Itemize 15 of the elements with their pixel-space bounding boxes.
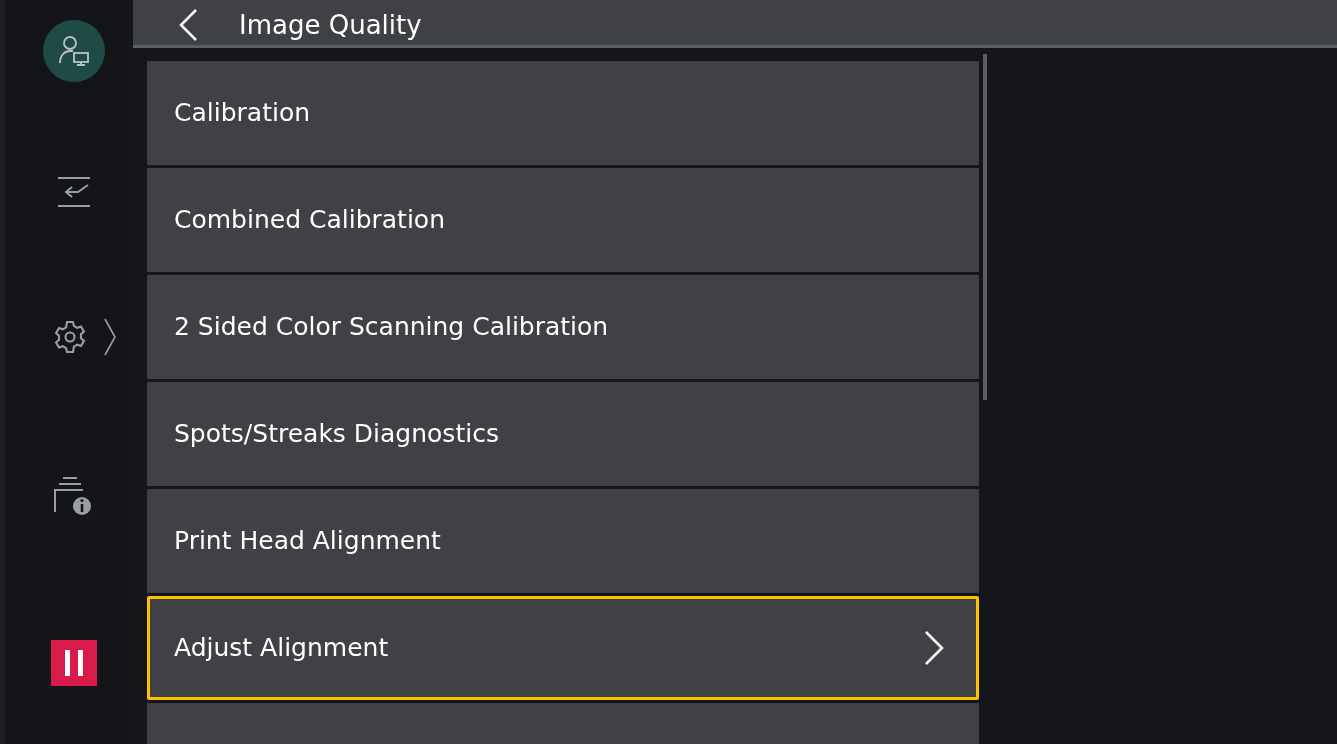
settings-icon[interactable] xyxy=(52,319,88,355)
menu-item[interactable]: Adjust Alignment xyxy=(147,596,979,700)
scrollbar[interactable] xyxy=(983,54,987,400)
transfer-icon[interactable] xyxy=(56,175,92,209)
menu-item[interactable]: Print Head Alignment xyxy=(147,489,979,593)
menu-item[interactable]: 2 Sided Color Scanning Calibration xyxy=(147,275,979,379)
menu-item[interactable]: Spots/Streaks Diagnostics xyxy=(147,382,979,486)
back-icon xyxy=(177,8,199,42)
menu-item[interactable]: Combined Calibration xyxy=(147,168,979,272)
pause-icon xyxy=(63,650,85,676)
menu-item[interactable]: Calibration xyxy=(147,61,979,165)
chevron-right-icon[interactable] xyxy=(104,318,116,356)
screen-title: Image Quality xyxy=(239,9,422,42)
pause-button[interactable] xyxy=(51,640,97,686)
chevron-right-icon xyxy=(924,630,944,666)
